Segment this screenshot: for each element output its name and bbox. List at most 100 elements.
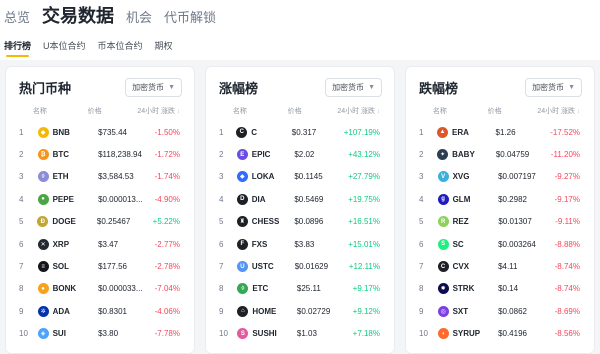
- column-change[interactable]: 24小时 涨跌 ↕: [137, 106, 186, 116]
- rank-number: 1: [419, 127, 424, 137]
- btc-icon: ₿: [37, 149, 49, 161]
- tab-options[interactable]: 期权: [155, 34, 173, 60]
- coin-symbol: STRK: [452, 284, 475, 294]
- nav-opportunity[interactable]: 机会: [126, 7, 152, 34]
- column-change[interactable]: 24小时 涨跌 ↕: [537, 106, 586, 116]
- ranking-row[interactable]: 6 ✕ XRP $3.47 -2.77%: [14, 233, 186, 255]
- coin-price: $0.5469: [294, 194, 324, 204]
- ranking-row[interactable]: 8 ● BONK $0.000033... -7.04%: [14, 278, 186, 300]
- coin-symbol: REZ: [452, 217, 469, 227]
- sort-icon: ↕: [377, 109, 381, 115]
- price-change: -2.78%: [154, 262, 180, 272]
- price-change: -1.72%: [154, 150, 180, 160]
- ranking-list: 1 ◆ BNB $735.44 -1.50% 2 ₿ BTC $118,238.…: [14, 121, 186, 345]
- ranking-row[interactable]: 8 ◊ ETC $25.11 +9.17%: [214, 278, 386, 300]
- panel-header: 热门币种 加密货币 ▼: [14, 77, 186, 97]
- price-change: +107.19%: [343, 127, 380, 137]
- top-losers-panel: 跌幅榜 加密货币 ▼ 名称 价格 24小时 涨跌 ↕ 1 ▲ ERA $1.26…: [405, 66, 595, 354]
- price-change: +43.12%: [348, 150, 380, 160]
- ranking-row[interactable]: 7 ≡ SOL $177.56 -2.78%: [14, 255, 186, 277]
- coin-symbol: ADA: [52, 306, 70, 316]
- ranking-row[interactable]: 5 Ð DOGE $0.25467 +5.22%: [14, 211, 186, 233]
- ranking-row[interactable]: 2 ₿ BTC $118,238.94 -1.72%: [14, 143, 186, 165]
- ranking-row[interactable]: 2 ✦ BABY $0.04759 -11.20%: [414, 143, 586, 165]
- eth-icon: ◊: [37, 171, 49, 183]
- ranking-row[interactable]: 10 S SUSHI $1.03 +7.18%: [214, 323, 386, 345]
- bonk-icon: ●: [37, 283, 49, 295]
- filter-label: 加密货币: [332, 82, 365, 92]
- coin-price: $0.01307: [498, 217, 532, 227]
- nav-token-unlock[interactable]: 代币解锁: [164, 7, 216, 34]
- ranking-row[interactable]: 5 ♜ CHESS $0.0896 +16.51%: [214, 211, 386, 233]
- rank-number: 3: [419, 172, 424, 182]
- strk-icon: ✸: [437, 283, 449, 295]
- nav-trading-data[interactable]: 交易数据: [42, 2, 114, 34]
- tab-usdm-futures[interactable]: U本位合约: [43, 34, 86, 60]
- coin-price: $3.83: [294, 239, 315, 249]
- sui-icon: ◈: [37, 328, 49, 340]
- loka-icon: ◆: [236, 171, 248, 183]
- ranking-row[interactable]: 7 C CVX $4.11 -8.74%: [414, 255, 586, 277]
- coin-price: $3.80: [98, 329, 119, 339]
- coin-price: $0.0862: [498, 306, 527, 316]
- ada-icon: ✲: [37, 305, 49, 317]
- price-change: -9.11%: [555, 217, 580, 227]
- price-change: -9.17%: [554, 194, 580, 204]
- ranking-row[interactable]: 3 ◊ ETH $3,584.53 -1.74%: [14, 166, 186, 188]
- ranking-row[interactable]: 1 ▲ ERA $1.26 -17.52%: [414, 121, 586, 143]
- ranking-row[interactable]: 9 ✲ ADA $0.8301 -4.06%: [14, 300, 186, 322]
- coin-symbol: USTC: [251, 262, 274, 272]
- column-header: 名称 价格 24小时 涨跌 ↕: [14, 105, 186, 117]
- ranking-row[interactable]: 5 R REZ $0.01307 -9.11%: [414, 211, 586, 233]
- price-change: -11.20%: [550, 150, 580, 160]
- ranking-row[interactable]: 2 E EPIC $2.02 +43.12%: [214, 143, 386, 165]
- ranking-row[interactable]: 4 g GLM $0.2982 -9.17%: [414, 188, 586, 210]
- price-change: +7.18%: [352, 329, 380, 339]
- chess-icon: ♜: [236, 216, 248, 228]
- chevron-down-icon: ▼: [168, 83, 175, 91]
- pepe-icon: ●: [37, 193, 49, 205]
- coin-symbol: SOL: [52, 262, 70, 272]
- xrp-icon: ✕: [37, 238, 49, 250]
- asset-filter-dropdown[interactable]: 加密货币 ▼: [525, 77, 582, 97]
- ranking-row[interactable]: 4 ● PEPE $0.000013... -4.90%: [14, 188, 186, 210]
- rank-number: 8: [419, 284, 424, 294]
- coin-symbol: SC: [452, 239, 464, 249]
- xvg-icon: V: [437, 171, 449, 183]
- ranking-row[interactable]: 6 F FXS $3.83 +15.01%: [214, 233, 386, 255]
- ranking-row[interactable]: 6 S SC $0.003264 -8.88%: [414, 233, 586, 255]
- ranking-row[interactable]: 4 D DIA $0.5469 +19.75%: [214, 188, 386, 210]
- coin-price: $0.02729: [296, 306, 331, 316]
- ranking-row[interactable]: 3 V XVG $0.007197 -9.27%: [414, 166, 586, 188]
- price-change: +9.12%: [352, 306, 380, 316]
- ranking-row[interactable]: 1 ◆ BNB $735.44 -1.50%: [14, 121, 186, 143]
- column-change[interactable]: 24小时 涨跌 ↕: [337, 106, 386, 116]
- price-change: -2.77%: [154, 239, 180, 249]
- coin-price: $0.01629: [294, 262, 329, 272]
- etc-icon: ◊: [237, 283, 249, 295]
- rank-number: 8: [219, 284, 224, 294]
- coin-price: $0.007197: [498, 172, 536, 182]
- sol-icon: ≡: [37, 261, 49, 273]
- ranking-row[interactable]: 7 U USTC $0.01629 +12.11%: [214, 255, 386, 277]
- rank-number: 7: [19, 262, 24, 272]
- tab-ranking[interactable]: 排行榜: [4, 34, 31, 60]
- asset-filter-dropdown[interactable]: 加密货币 ▼: [125, 77, 182, 97]
- chevron-down-icon: ▼: [368, 83, 375, 91]
- column-price: 价格: [287, 108, 302, 115]
- nav-overview[interactable]: 总览: [4, 7, 30, 34]
- ranking-row[interactable]: 10 ◈ SUI $3.80 -7.78%: [14, 323, 186, 345]
- rank-number: 2: [419, 150, 424, 160]
- ranking-row[interactable]: 8 ✸ STRK $0.14 -8.74%: [414, 278, 586, 300]
- cvx-icon: C: [437, 261, 449, 273]
- ranking-row[interactable]: 10 ◖ SYRUP $0.4196 -8.56%: [414, 323, 586, 345]
- asset-filter-dropdown[interactable]: 加密货币 ▼: [325, 77, 382, 97]
- ranking-row[interactable]: 3 ◆ LOKA $0.1145 +27.79%: [214, 166, 386, 188]
- coin-price: $118,238.94: [98, 150, 142, 160]
- ranking-row[interactable]: 1 C C $0.317 +107.19%: [214, 121, 386, 143]
- tab-coinm-futures[interactable]: 币本位合约: [98, 34, 143, 60]
- ranking-row[interactable]: 9 ◎ SXT $0.0862 -8.69%: [414, 300, 586, 322]
- coin-symbol: ETC: [252, 284, 269, 294]
- ranking-row[interactable]: 9 ⌂ HOME $0.02729 +9.12%: [214, 300, 386, 322]
- coin-symbol: BTC: [52, 150, 70, 160]
